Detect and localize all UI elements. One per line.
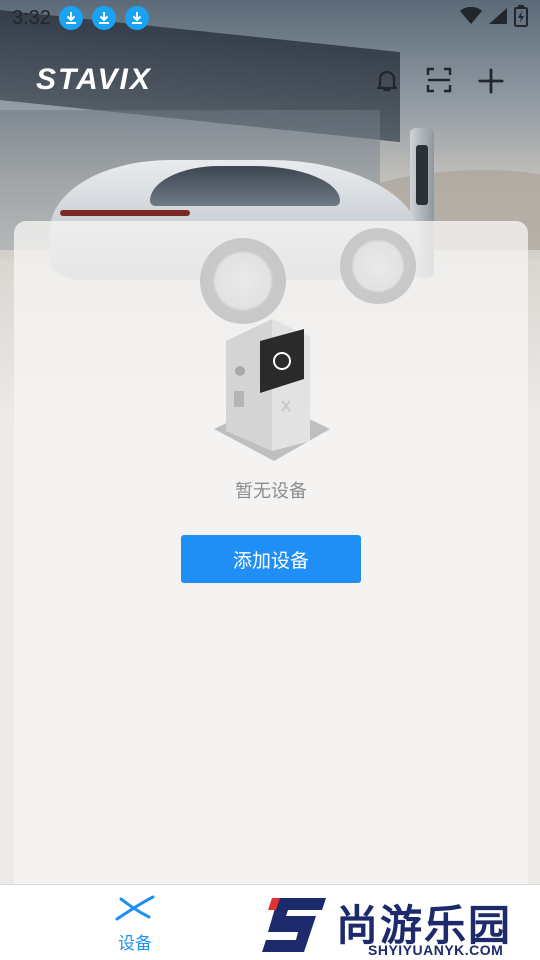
scan-icon[interactable] [426,67,452,93]
wifi-icon [460,6,482,29]
status-time: 3:32 [12,6,51,29]
status-right-icons [460,5,528,31]
battery-icon [514,5,528,31]
plus-icon[interactable] [478,67,504,94]
watermark-subtitle: SHYIYUANYK.COM [368,942,504,958]
add-device-button[interactable]: 添加设备 [181,535,361,583]
stavix-x-icon [115,895,155,925]
charger-screen [416,145,428,205]
download-icon [58,6,83,30]
bell-icon[interactable] [374,67,400,93]
signal-icon [488,7,508,29]
nav-item-label: 设备 [118,934,152,954]
stavix-logo: STAVIX [36,63,152,96]
car-taillight [60,210,190,216]
device-card: 暂无设备 添加设备 [14,221,528,901]
empty-charger-illustration [212,301,342,471]
header-actions [374,67,504,94]
download-icon [91,6,116,30]
empty-state-text: 暂无设备 [235,481,307,502]
watermark: 尚游乐园 SHYIYUANYK.COM [258,892,540,958]
app-header: STAVIX [0,58,540,102]
nav-item-devices[interactable]: 设备 [100,895,170,955]
download-icon [124,6,149,30]
status-bar: 3:32 [0,0,540,36]
